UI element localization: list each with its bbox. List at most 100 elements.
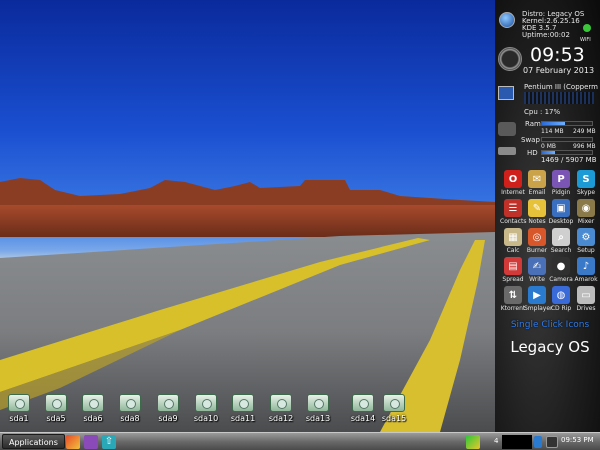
hard-drive-icon [45,394,67,412]
drive-sda1[interactable]: sda1 [0,394,38,432]
setup-icon: ⚙ [577,228,595,246]
tray-redacted-area [502,435,532,449]
hard-drive-icon [157,394,179,412]
smplayer-icon: ▶ [528,286,546,304]
swap-bar [541,137,593,142]
pidgin-icon: P [552,170,570,188]
quicklaunch-paint-icon[interactable] [66,435,80,449]
cpu-name: Pentium III (Copperm [524,83,598,91]
app-desktop[interactable]: ▣ Desktop [548,199,574,225]
drive-sda9[interactable]: sda9 [149,394,187,432]
app-label: Drives [576,305,596,312]
applications-menu-button[interactable]: Applications [2,434,65,449]
clock-time: 09:53 [530,44,585,66]
hard-drive-icon [270,394,292,412]
cpu-usage-graph [524,92,594,104]
app-label: Amarok [574,276,598,283]
drive-sda6[interactable]: sda6 [74,394,112,432]
app-spread[interactable]: ▤ Spread [500,257,526,283]
app-contacts[interactable]: ☰ Contacts [500,199,526,225]
hard-drive-icon [383,394,405,412]
ram-bar [541,121,593,126]
system-globe-icon [499,12,515,28]
cpu-usage: Cpu : 17% [524,108,561,116]
write-icon: ✍ [528,257,546,275]
hard-drive-icon [82,394,104,412]
drive-sda10[interactable]: sda10 [187,394,225,432]
quicklaunch-upload-icon[interactable]: ⇧ [102,435,116,449]
taskbar-clock[interactable]: 09:53 PM [561,436,594,444]
ram-label: Ram [525,120,541,128]
app-label: Skype [576,189,596,196]
single-click-icons-link[interactable]: Single Click Icons [500,320,600,330]
app-burner[interactable]: ◎ Burner [524,228,550,254]
cpu-chip-icon [498,86,514,100]
quicklaunch-terminal-icon[interactable] [84,435,98,449]
hard-drive-icon [232,394,254,412]
hard-disk-icon [498,147,516,155]
app-search[interactable]: ⌕ Search [548,228,574,254]
app-email[interactable]: ✉ Email [524,170,550,196]
app-label: Camera [549,276,573,283]
desktop-icon: ▣ [552,199,570,217]
drive-sda12[interactable]: sda12 [262,394,300,432]
app-label: Internet [501,189,525,196]
hard-drive-icon [307,394,329,412]
memory-icon [498,122,516,136]
hard-drive-icon [8,394,30,412]
drive-sda8[interactable]: sda8 [111,394,149,432]
analog-clock-icon [498,47,522,71]
mixer-icon: ◉ [577,199,595,217]
drive-sda11[interactable]: sda11 [224,394,262,432]
network-tray-icon[interactable] [466,435,480,449]
drive-sda13[interactable]: sda13 [299,394,337,432]
app-amarok[interactable]: ♪ Amarok [573,257,599,283]
burner-icon: ◎ [528,228,546,246]
cd-rip-icon: ◍ [552,286,570,304]
hard-drive-icon [352,394,374,412]
hd-bar [541,150,593,155]
drive-icons-row: sda1 sda5 sda6 sda8 sda9 sda10 sda11 sda… [0,394,495,432]
app-label: Spread [502,276,524,283]
desktop-wallpaper [0,0,495,432]
opera-icon: O [504,170,522,188]
wallpaper-road-scene [0,178,495,432]
app-label: Email [528,189,546,196]
hard-drive-icon [119,394,141,412]
volume-tray-icon[interactable] [534,436,542,448]
wifi-icon [583,24,591,32]
ram-used: 114 MB [541,128,564,135]
wifi-label: WIFI [580,37,591,43]
drives-icon: ▭ [577,286,595,304]
app-label: Burner [526,247,548,254]
app-mixer[interactable]: ◉ Mixer [573,199,599,225]
app-pidgin[interactable]: P Pidgin [548,170,574,196]
app-cd-rip[interactable]: ◍ CD Rip [548,286,574,312]
app-label: Search [550,247,572,254]
app-ktorrent[interactable]: ⇅ Ktorrent [500,286,526,312]
clock-tray-icon [546,436,558,448]
app-drives[interactable]: ▭ Drives [573,286,599,312]
os-title: Legacy OS [510,338,590,356]
app-label: Contacts [500,218,527,225]
app-internet[interactable]: O Internet [500,170,526,196]
app-label: Pidgin [551,189,571,196]
app-label: Write [529,276,545,283]
drive-sda5[interactable]: sda5 [37,394,75,432]
clock-date: 07 February 2013 [523,66,595,75]
app-calc[interactable]: ▦ Calc [500,228,526,254]
app-smplayer[interactable]: ▶ Smplayer [524,286,553,312]
app-label: Mixer [577,218,595,225]
app-skype[interactable]: S Skype [573,170,599,196]
drive-sda15[interactable]: sda15 [375,394,413,432]
uptime-text: Uptime:00:02 [522,31,570,39]
app-label: Ktorrent [500,305,526,312]
app-setup[interactable]: ⚙ Setup [573,228,599,254]
app-write[interactable]: ✍ Write [524,257,550,283]
app-label: CD Rip [550,305,572,312]
app-label: Setup [577,247,595,254]
notes-icon: ✎ [528,199,546,217]
app-notes[interactable]: ✎ Notes [524,199,550,225]
app-camera[interactable]: ● Camera [548,257,574,283]
calculator-icon: ▦ [504,228,522,246]
